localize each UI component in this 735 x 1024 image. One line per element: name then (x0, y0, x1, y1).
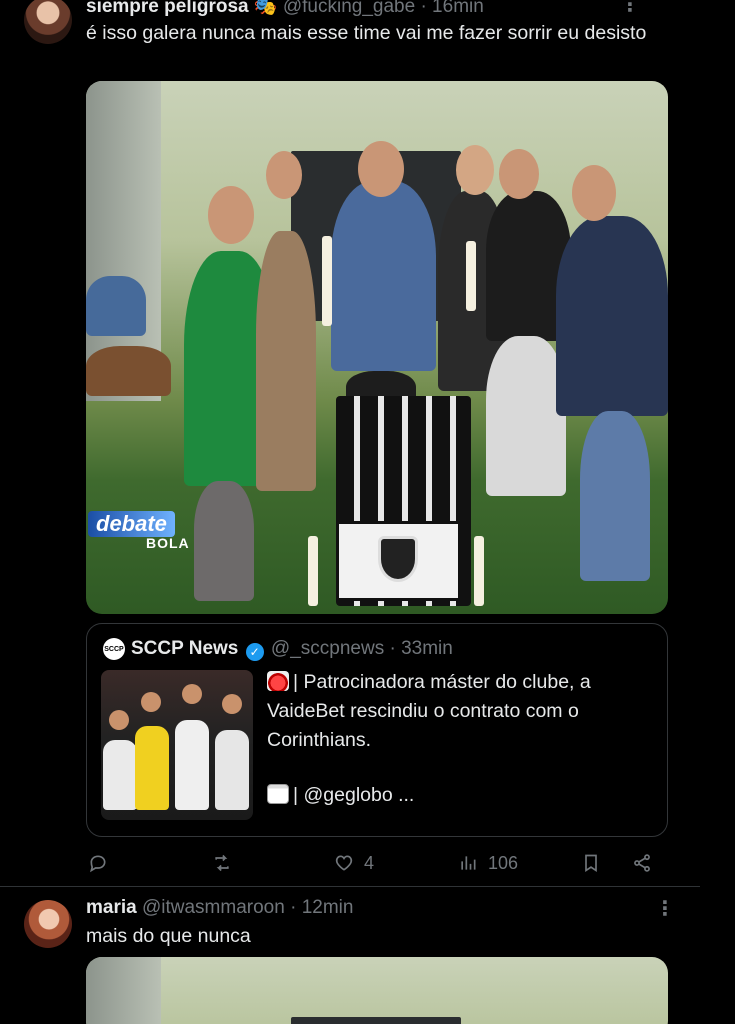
more-icon[interactable]: ⋮ (655, 896, 675, 921)
tweet-actions: 4 106 (86, 850, 668, 876)
share-button[interactable] (632, 850, 652, 876)
tweet-image[interactable]: debate BOLA (86, 81, 668, 614)
siren-icon (267, 671, 289, 691)
quoted-tweet[interactable]: SCCP SCCP News ✓ @_sccpnews · 33min | Pa… (86, 623, 668, 837)
quote-display-name[interactable]: SCCP News (131, 638, 238, 659)
display-name[interactable]: maria (86, 897, 137, 918)
tweet-header: siempre peligrosa 🎭 @fucking_gabe · 16mi… (86, 0, 484, 18)
user-handle[interactable]: @fucking_gabe (283, 0, 415, 17)
tweet-header: maria @itwasmmaroon · 12min (86, 897, 353, 919)
tv-logo: debate BOLA (86, 501, 226, 561)
tweet-image[interactable] (86, 957, 668, 1024)
newspaper-icon (267, 784, 289, 804)
share-icon (634, 854, 650, 872)
retweet-button[interactable] (212, 850, 242, 876)
reply-button[interactable] (88, 850, 118, 876)
user-handle[interactable]: @itwasmmaroon (142, 897, 285, 918)
views-icon (461, 856, 476, 870)
quote-image[interactable] (101, 670, 253, 820)
timestamp[interactable]: · 12min (290, 897, 353, 918)
user-avatar[interactable] (24, 900, 72, 948)
user-avatar[interactable] (24, 0, 72, 44)
like-button[interactable]: 4 (334, 850, 374, 876)
more-icon[interactable]: ⋮ (620, 0, 640, 17)
quote-header: SCCP News ✓ @_sccpnews · 33min (131, 638, 453, 661)
reply-icon (90, 855, 106, 873)
crest-icon (378, 536, 418, 582)
display-name[interactable]: siempre peligrosa 🎭 (86, 0, 278, 17)
timestamp[interactable]: · 16min (420, 0, 483, 17)
bookmark-button[interactable] (581, 850, 601, 876)
tweet[interactable]: siempre peligrosa 🎭 @fucking_gabe · 16mi… (0, 0, 700, 886)
heart-icon (335, 855, 353, 871)
tweet-text: é isso galera nunca mais esse time vai m… (86, 22, 647, 44)
tweet-divider (0, 886, 700, 887)
retweet-icon (215, 854, 229, 872)
quote-text-source: | @geglobo ... (267, 784, 414, 807)
image-scene: debate BOLA (86, 81, 668, 614)
views-button[interactable]: 106 (458, 850, 518, 876)
bookmark-icon (585, 854, 597, 873)
quote-timestamp[interactable]: · 33min (389, 638, 452, 659)
quote-text: | Patrocinadora máster do clube, a Vaide… (267, 671, 591, 751)
quote-avatar[interactable]: SCCP (103, 638, 125, 660)
tweet-text: mais do que nunca (86, 925, 251, 947)
verified-icon: ✓ (245, 643, 264, 661)
quote-handle[interactable]: @_sccpnews (271, 638, 384, 659)
